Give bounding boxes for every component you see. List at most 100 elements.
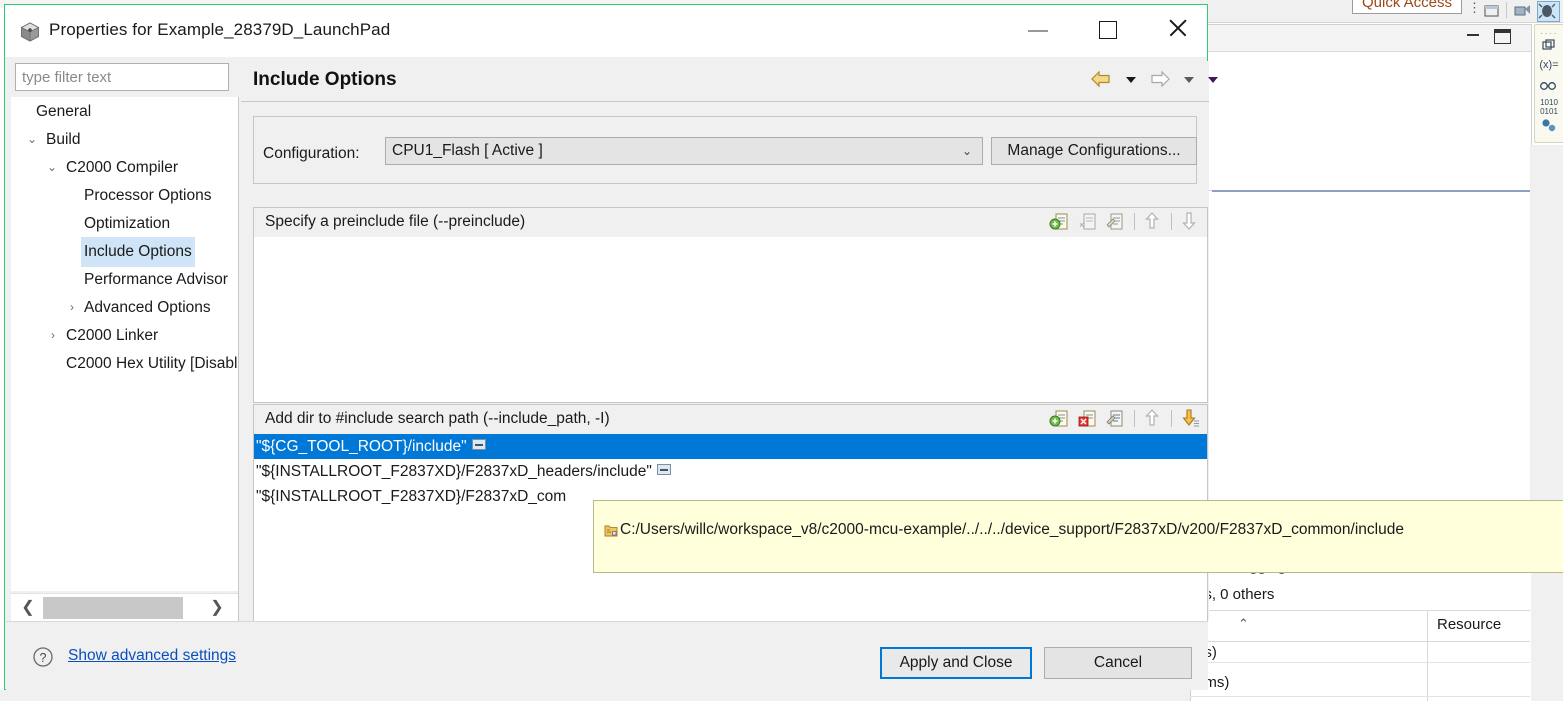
variables-view-icon[interactable]: (x)= (1535, 59, 1563, 71)
tree-item-build[interactable]: Build (43, 125, 83, 153)
tree-item-general[interactable]: General (33, 97, 94, 125)
tree-item-c2000-linker[interactable]: C2000 Linker (63, 321, 161, 349)
list-item-text: "${INSTALLROOT_F2837XD}/F2837xD_headers/… (256, 463, 652, 480)
back-arrow-icon[interactable] (1090, 70, 1112, 90)
twisty-expanded-icon[interactable]: ⌄ (25, 125, 39, 153)
variable-badge-icon (656, 464, 671, 475)
variable-badge-icon (471, 439, 486, 450)
toolbar-separator (1169, 211, 1174, 233)
close-button[interactable] (1155, 5, 1201, 51)
screenshot-root: Quick Access ⋮ ···· (x)= 1010 0101 gs, 0… (0, 0, 1563, 701)
palette-drag-handle[interactable]: ···· (1540, 28, 1558, 38)
help-question-icon[interactable]: ? (32, 646, 54, 668)
tree-item-include-options[interactable]: Include Options (81, 237, 195, 267)
forward-dropdown-icon[interactable] (1181, 70, 1197, 90)
move-down-icon[interactable] (1178, 408, 1201, 430)
filter-input[interactable] (15, 63, 229, 91)
include-path-group-title: Add dir to #include search path (--inclu… (265, 410, 610, 427)
restore-view-icon[interactable] (1535, 39, 1563, 54)
add-icon[interactable] (1049, 408, 1072, 430)
column-header-resource[interactable]: Resource (1437, 616, 1501, 633)
editor-tab-bar (1206, 25, 1531, 52)
tree-item-processor-options[interactable]: Processor Options (81, 181, 215, 209)
tree-item-c2000-compiler[interactable]: C2000 Compiler (63, 153, 181, 181)
move-up-icon (1141, 211, 1164, 233)
quick-access-field[interactable]: Quick Access (1352, 0, 1462, 14)
list-item-text: "${INSTALLROOT_F2837XD}/F2837xD_com (256, 488, 567, 505)
delete-icon[interactable] (1077, 408, 1100, 430)
maximize-button[interactable] (1085, 5, 1131, 51)
show-advanced-settings-link[interactable]: Show advanced settings (68, 647, 236, 665)
configuration-value: CPU1_Flash [ Active ] (392, 142, 543, 159)
path-tooltip: C:/Users/willc/workspace_v8/c2000-mcu-ex… (593, 500, 1563, 573)
perspective-edit-icon[interactable] (1512, 1, 1533, 20)
perspective-debug-icon[interactable] (1537, 1, 1560, 22)
svg-text:×: × (1079, 220, 1084, 230)
manage-configurations-button[interactable]: Manage Configurations... (991, 137, 1197, 165)
settings-tree[interactable]: General ⌄ Build ⌄ C2000 Compiler Process… (11, 97, 238, 591)
list-item[interactable]: "${INSTALLROOT_F2837XD}/F2837xD_headers/… (254, 459, 1207, 484)
add-icon[interactable] (1049, 211, 1072, 233)
toolbar-separator (1169, 408, 1174, 430)
editor-selection-underline (1212, 190, 1530, 192)
edit-icon (1104, 211, 1127, 233)
svg-text:?: ? (40, 651, 47, 665)
toolbar-separator (1132, 408, 1137, 430)
editor-panel (1205, 24, 1532, 191)
sort-ascending-icon[interactable]: ⌃ (1238, 616, 1249, 632)
tree-item-optimization[interactable]: Optimization (81, 209, 173, 237)
tree-item-advanced-options[interactable]: Advanced Options (81, 293, 214, 321)
edit-icon[interactable] (1104, 408, 1127, 430)
dialog-footer: ? Show advanced settings Apply and Close… (6, 622, 1208, 690)
registers-view-icon[interactable]: 1010 0101 (1535, 98, 1563, 116)
editor-minimize-icon[interactable] (1467, 34, 1479, 36)
problems-row-divider (1190, 662, 1530, 663)
expressions-view-icon[interactable] (1535, 80, 1563, 96)
scroll-right-icon[interactable]: ❯ (206, 597, 228, 619)
tooltip-text: C:/Users/willc/workspace_v8/c2000-mcu-ex… (620, 521, 1404, 538)
toolbar-separator (1132, 211, 1137, 233)
properties-dialog: Properties for Example_28379D_LaunchPad … (4, 4, 1218, 690)
chevron-down-icon: ⌄ (961, 144, 972, 158)
preinclude-group: Specify a preinclude file (--preinclude)… (253, 207, 1208, 403)
back-dropdown-icon[interactable] (1123, 70, 1139, 90)
forward-arrow-icon (1149, 70, 1171, 90)
toolbar-overflow-icon[interactable]: ⋮ (1468, 0, 1481, 16)
breakpoints-view-icon[interactable] (1535, 118, 1563, 135)
column-divider[interactable] (1427, 610, 1428, 701)
tree-item-c2000-hex-utility[interactable]: C2000 Hex Utility [Disabled] (63, 349, 238, 377)
right-toolbar-strip (1530, 145, 1563, 701)
cancel-button[interactable]: Cancel (1044, 647, 1192, 679)
tree-horizontal-scrollbar[interactable]: ❮ ❯ (11, 593, 238, 622)
configuration-dropdown[interactable]: CPU1_Flash [ Active ] ⌄ (385, 137, 983, 165)
twisty-expanded-icon[interactable]: ⌄ (45, 153, 59, 181)
move-down-icon (1178, 211, 1201, 233)
move-up-icon (1141, 408, 1164, 430)
dialog-title-bar[interactable]: Properties for Example_28379D_LaunchPad (5, 5, 1207, 57)
twisty-collapsed-icon[interactable]: › (46, 321, 60, 349)
problems-row-divider (1190, 696, 1530, 697)
apply-and-close-button[interactable]: Apply and Close (880, 647, 1032, 679)
configuration-label: Configuration: (263, 145, 360, 162)
include-path-toolbar (1049, 408, 1201, 430)
twisty-collapsed-icon[interactable]: › (65, 293, 79, 321)
tree-item-performance-advisor[interactable]: Performance Advisor (81, 265, 231, 293)
scrollbar-thumb[interactable] (43, 597, 183, 619)
ccs-project-cube-icon (19, 21, 41, 43)
view-menu-icon[interactable] (1205, 70, 1221, 90)
perspective-resource-icon[interactable] (1481, 1, 1502, 20)
sash-divider[interactable] (238, 97, 239, 621)
page-title: Include Options (253, 69, 397, 90)
minimize-button[interactable] (1015, 5, 1061, 51)
preinclude-toolbar: × (1049, 211, 1201, 233)
scroll-left-icon[interactable]: ❮ (17, 597, 39, 619)
ide-status-bar (0, 690, 1205, 701)
delete-icon: × (1077, 211, 1100, 233)
preinclude-list[interactable] (254, 237, 1207, 402)
dialog-title: Properties for Example_28379D_LaunchPad (49, 20, 391, 39)
debug-view-palette: ···· (x)= 1010 0101 (1534, 24, 1563, 143)
list-item[interactable]: "${CG_TOOL_ROOT}/include" (254, 434, 1207, 459)
editor-maximize-icon[interactable] (1494, 29, 1511, 44)
list-item-text: "${CG_TOOL_ROOT}/include" (256, 438, 467, 455)
folder-link-icon (604, 523, 618, 538)
